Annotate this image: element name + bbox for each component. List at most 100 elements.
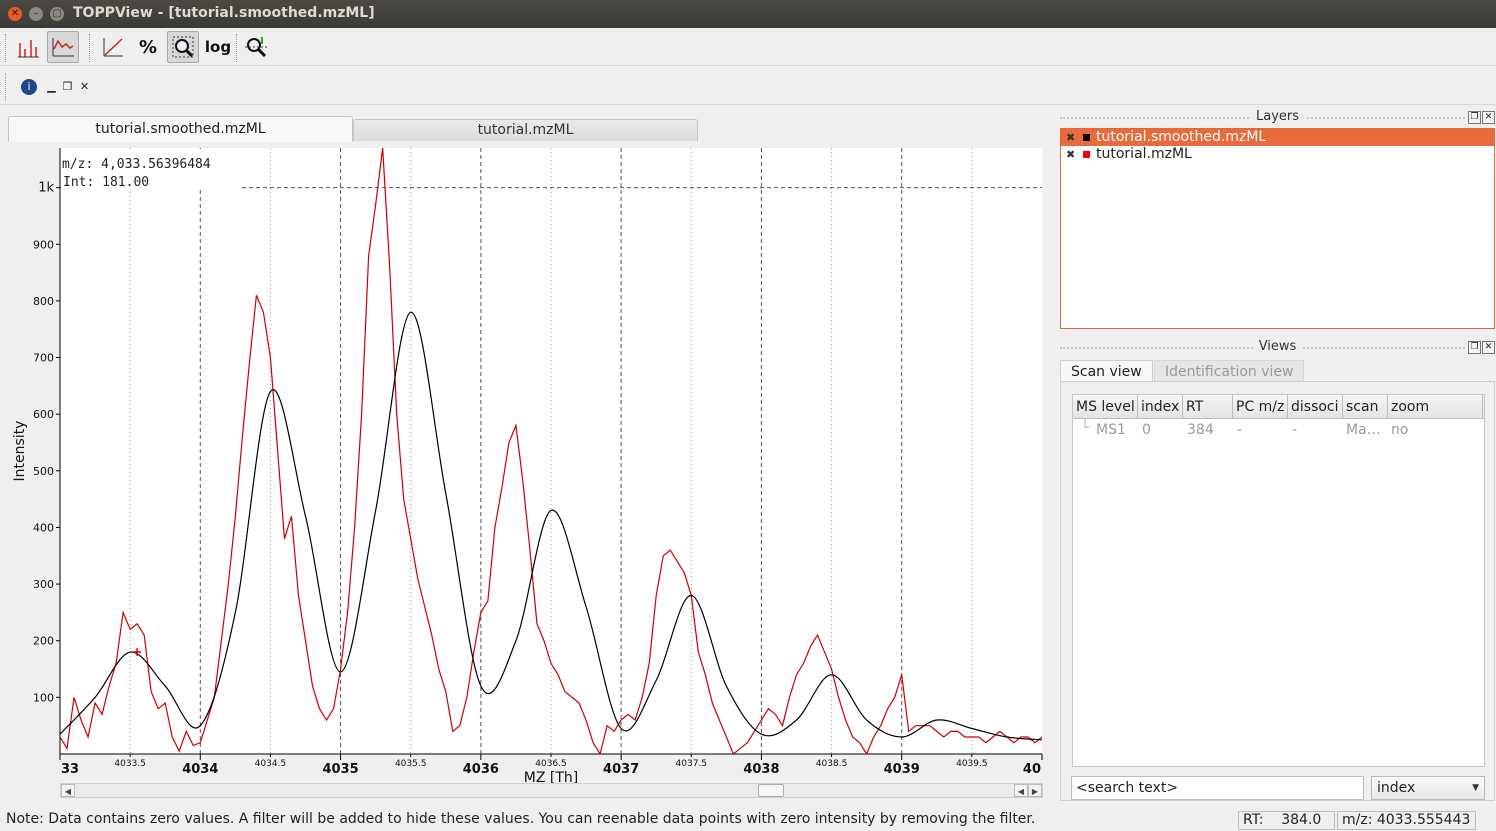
- table-cell[interactable]: 0: [1142, 421, 1180, 439]
- spectrum-canvas[interactable]: 100 200 300 400 500 600 700 800 900 1k 33 4034 4035 4…: [8, 142, 1050, 806]
- x-tick-minor-label: 4035.5: [395, 759, 427, 769]
- tab-tutorial-smoothed[interactable]: tutorial.smoothed.mzML: [8, 116, 353, 142]
- select-value: index: [1377, 780, 1416, 796]
- x-tick-label: 4036: [463, 762, 499, 777]
- tab-tutorial[interactable]: tutorial.mzML: [353, 119, 698, 141]
- column-header[interactable]: scan: [1343, 395, 1388, 419]
- secondary-toolbar: i ▁ ❐ ✕: [0, 67, 1496, 105]
- close-icon[interactable]: ✕: [1482, 111, 1495, 124]
- layer-color-swatch: [1083, 151, 1090, 158]
- y-tick-label: 100: [33, 691, 54, 704]
- scroll-left-arrow-2[interactable]: ◀: [1014, 784, 1028, 797]
- column-header[interactable]: PC m/z: [1233, 395, 1288, 419]
- search-input[interactable]: <search text>: [1071, 776, 1364, 800]
- y-tick-label: 900: [33, 238, 54, 251]
- scroll-right-arrow[interactable]: ▶: [1028, 784, 1042, 797]
- column-header[interactable]: dissoci: [1288, 395, 1343, 419]
- mirror-compare-icon: [245, 37, 267, 58]
- remove-layer-icon[interactable]: ✖: [1066, 129, 1075, 146]
- views-dock-header: Views ❐ ✕: [1060, 339, 1495, 357]
- close-icon[interactable]: ✕: [77, 79, 92, 94]
- restore-icon[interactable]: ❐: [60, 79, 75, 94]
- layer-item-smoothed[interactable]: ✖ tutorial.smoothed.mzML: [1061, 129, 1494, 146]
- info-icon[interactable]: i: [21, 79, 37, 95]
- tab-identification-view[interactable]: Identification view: [1154, 360, 1305, 382]
- x-tick-label: 4037: [603, 762, 639, 777]
- spectrum-plot[interactable]: 100 200 300 400 500 600 700 800 900 1k 33 4034 4035 4…: [8, 142, 1050, 806]
- table-cell[interactable]: 384: [1187, 421, 1231, 439]
- raw-line-icon: [52, 38, 74, 57]
- y-axis-label: Intensity: [12, 421, 28, 482]
- draw-peaks-button[interactable]: [12, 31, 44, 63]
- x-tick-label: 4039: [884, 762, 920, 777]
- close-window-button[interactable]: ✕: [8, 7, 22, 21]
- x-tick-label: 33: [61, 762, 79, 777]
- scan-table[interactable]: MS level index RT PC m/z dissoci scan zo…: [1072, 394, 1485, 767]
- compare-spectra-button[interactable]: [240, 31, 272, 63]
- horizontal-scrollbar[interactable]: ◀ ◀ ▶: [60, 783, 1043, 798]
- float-icon[interactable]: ❐: [1468, 341, 1481, 354]
- snap-intensity-button[interactable]: [167, 31, 199, 63]
- views-title: Views: [1252, 339, 1303, 354]
- minimize-window-button[interactable]: –: [29, 7, 43, 21]
- layers-list[interactable]: ✖ tutorial.smoothed.mzML ✖ tutorial.mzML: [1060, 128, 1495, 329]
- y-tick-label: 800: [33, 295, 54, 308]
- scroll-left-arrow[interactable]: ◀: [61, 784, 75, 797]
- x-tick-minor-label: 4034.5: [255, 759, 287, 769]
- layers-dock-header: Layers ❐ ✕: [1060, 109, 1495, 127]
- table-header: MS level index RT PC m/z dissoci scan zo…: [1073, 395, 1484, 419]
- column-header[interactable]: index: [1138, 395, 1183, 419]
- table-cell[interactable]: MS1: [1096, 421, 1136, 439]
- toolbar-grip[interactable]: [5, 34, 8, 62]
- layer-label: tutorial.mzML: [1096, 146, 1192, 162]
- column-header[interactable]: RT: [1183, 395, 1233, 419]
- table-cell[interactable]: no: [1391, 421, 1471, 439]
- y-tick-label: 1k: [38, 181, 54, 196]
- x-tick-minor-label: 4033.5: [114, 759, 146, 769]
- layers-title: Layers: [1249, 109, 1306, 124]
- linear-axis-icon: [103, 38, 123, 57]
- layer-label: tutorial.smoothed.mzML: [1096, 129, 1267, 145]
- search-field-select[interactable]: index ▼: [1371, 776, 1485, 800]
- x-tick-minor-label: 4038.5: [816, 759, 848, 769]
- views-tabbar: Scan view Identification view: [1060, 360, 1495, 382]
- toolbar-grip[interactable]: [5, 73, 8, 101]
- scan-view-pane: MS level index RT PC m/z dissoci scan zo…: [1060, 381, 1495, 801]
- x-tick-label: 40: [1023, 762, 1041, 777]
- rt-readout: RT: 384.0: [1238, 811, 1335, 830]
- draw-raw-button[interactable]: [47, 31, 79, 63]
- float-icon[interactable]: ❐: [1468, 111, 1481, 124]
- column-header[interactable]: MS level: [1073, 395, 1138, 419]
- log-intensity-button[interactable]: log: [202, 31, 234, 63]
- y-tick-label: 400: [33, 521, 54, 534]
- toolbar-separator: [89, 34, 92, 62]
- y-tick-label: 700: [33, 352, 54, 365]
- x-tick-minor-label: 4037.5: [676, 759, 708, 769]
- x-tick-label: 4034: [182, 762, 218, 777]
- title-bar: ✕ – ▢ TOPPView - [tutorial.smoothed.mzML…: [0, 0, 1496, 28]
- layer-color-swatch: [1083, 134, 1090, 141]
- scroll-thumb[interactable]: [758, 784, 784, 797]
- mz-readout: m/z: 4033.555443: [1337, 811, 1476, 830]
- remove-layer-icon[interactable]: ✖: [1066, 146, 1075, 163]
- close-icon[interactable]: ✕: [1482, 341, 1495, 354]
- column-header[interactable]: zoom: [1388, 395, 1483, 419]
- minimize-icon[interactable]: ▁: [44, 79, 59, 94]
- table-cell[interactable]: -: [1292, 421, 1340, 439]
- tab-scan-view[interactable]: Scan view: [1060, 360, 1153, 382]
- cursor-mz-label: m/z: 4,033.56396484: [62, 157, 211, 172]
- y-tick-label: 600: [33, 408, 54, 421]
- maximize-window-button[interactable]: ▢: [50, 7, 64, 21]
- percent-icon: %: [138, 36, 158, 58]
- x-tick-minor-label: 4036.5: [535, 759, 567, 769]
- linear-intensity-button[interactable]: [97, 31, 129, 63]
- chevron-down-icon: ▼: [1472, 783, 1479, 793]
- status-note: Note: Data contains zero values. A filte…: [6, 811, 1036, 827]
- y-tick-label: 300: [33, 578, 54, 591]
- table-cell[interactable]: -: [1237, 421, 1285, 439]
- layer-item-tutorial[interactable]: ✖ tutorial.mzML: [1061, 146, 1494, 163]
- percentage-intensity-button[interactable]: %: [132, 31, 164, 63]
- x-tick-label: 4035: [322, 762, 358, 777]
- log-icon: log: [204, 38, 232, 56]
- table-cell[interactable]: Ma…: [1346, 421, 1386, 439]
